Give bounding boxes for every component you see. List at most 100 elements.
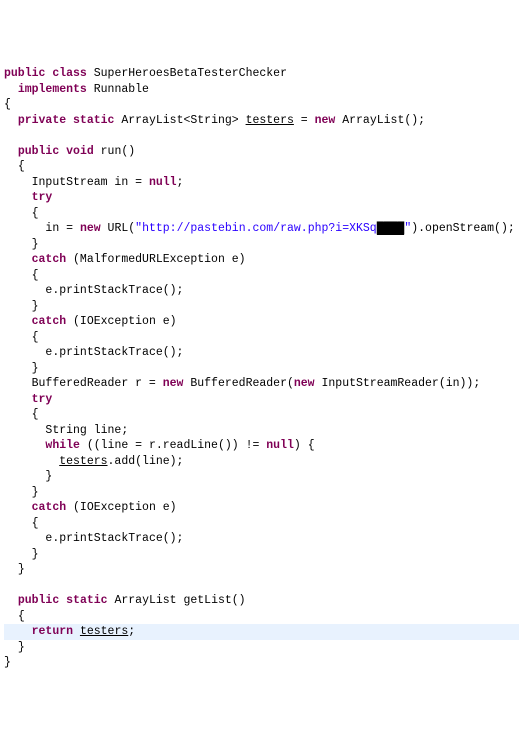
- brace: {: [18, 160, 25, 173]
- code-line: BufferedReader r = new BufferedReader(ne…: [4, 376, 519, 392]
- catch-clause: (MalformedURLException e): [66, 253, 245, 266]
- brace: {: [32, 408, 39, 421]
- interface-name: Runnable: [94, 83, 149, 96]
- code-line: e.printStackTrace();: [4, 283, 519, 299]
- code-line: {: [4, 159, 519, 175]
- stmt-text: in =: [45, 222, 80, 235]
- stmt-text: ).openStream();: [411, 222, 515, 235]
- catch-clause: (IOException e): [66, 315, 176, 328]
- keyword-return: return: [32, 625, 73, 638]
- decl-text: ArrayList();: [335, 114, 425, 127]
- blank-line: [4, 128, 519, 144]
- brace: }: [18, 641, 25, 654]
- code-line: public static ArrayList getList(): [4, 593, 519, 609]
- brace: }: [32, 548, 39, 561]
- stmt-text: URL(: [101, 222, 136, 235]
- code-line: testers.add(line);: [4, 454, 519, 470]
- code-line: }: [4, 361, 519, 377]
- code-line: }: [4, 640, 519, 656]
- decl-text: ArrayList<String>: [114, 114, 245, 127]
- brace: }: [32, 300, 39, 313]
- keyword-new: new: [163, 377, 184, 390]
- brace: {: [18, 610, 25, 623]
- keyword-static: static: [73, 114, 114, 127]
- brace: {: [32, 207, 39, 220]
- keyword-new: new: [294, 377, 315, 390]
- code-line: }: [4, 547, 519, 563]
- code-line: {: [4, 330, 519, 346]
- code-line: private static ArrayList<String> testers…: [4, 113, 519, 129]
- keyword-public: public: [18, 145, 59, 158]
- brace: {: [4, 98, 11, 111]
- class-name: SuperHeroesBetaTesterChecker: [94, 67, 287, 80]
- stmt-text: e.printStackTrace();: [45, 532, 183, 545]
- code-line: try: [4, 392, 519, 408]
- code-line: catch (IOException e): [4, 314, 519, 330]
- code-line: in = new URL("http://pastebin.com/raw.ph…: [4, 221, 519, 237]
- keyword-new: new: [80, 222, 101, 235]
- stmt-text: BufferedReader r =: [32, 377, 163, 390]
- field-testers: testers: [59, 455, 107, 468]
- blank-line: [4, 578, 519, 594]
- keyword-implements: implements: [18, 83, 87, 96]
- keyword-public: public: [4, 67, 45, 80]
- keyword-void: void: [66, 145, 94, 158]
- keyword-catch: catch: [32, 253, 67, 266]
- keyword-try: try: [32, 191, 53, 204]
- field-testers: testers: [80, 625, 128, 638]
- brace: }: [18, 563, 25, 576]
- brace: }: [32, 238, 39, 251]
- highlighted-line: return testers;: [4, 624, 519, 640]
- code-line: {: [4, 206, 519, 222]
- keyword-catch: catch: [32, 315, 67, 328]
- code-line: catch (IOException e): [4, 500, 519, 516]
- stmt-text: InputStreamReader(in));: [315, 377, 481, 390]
- brace: {: [32, 517, 39, 530]
- field-testers: testers: [246, 114, 294, 127]
- code-line: }: [4, 469, 519, 485]
- code-line: while ((line = r.readLine()) != null) {: [4, 438, 519, 454]
- code-line: }: [4, 299, 519, 315]
- keyword-static: static: [66, 594, 107, 607]
- code-line: }: [4, 237, 519, 253]
- code-line: {: [4, 516, 519, 532]
- code-line: }: [4, 485, 519, 501]
- code-line: }: [4, 562, 519, 578]
- keyword-class: class: [52, 67, 87, 80]
- stmt-text: .add(line);: [108, 455, 184, 468]
- code-line: InputStream in = null;: [4, 175, 519, 191]
- brace: }: [32, 362, 39, 375]
- stmt-text: InputStream in =: [32, 176, 149, 189]
- code-line: {: [4, 407, 519, 423]
- keyword-public: public: [18, 594, 59, 607]
- brace: }: [32, 486, 39, 499]
- code-line: {: [4, 268, 519, 284]
- while-cond: ((line = r.readLine()) !=: [80, 439, 266, 452]
- code-line: {: [4, 609, 519, 625]
- keyword-null: null: [266, 439, 294, 452]
- stmt-text: BufferedReader(: [183, 377, 293, 390]
- code-line: catch (MalformedURLException e): [4, 252, 519, 268]
- keyword-null: null: [149, 176, 177, 189]
- code-line: e.printStackTrace();: [4, 531, 519, 547]
- code-line: }: [4, 655, 519, 671]
- semicolon: ;: [177, 176, 184, 189]
- stmt-text: e.printStackTrace();: [45, 284, 183, 297]
- stmt-text: String line;: [45, 424, 128, 437]
- brace: {: [32, 331, 39, 344]
- brace: }: [4, 656, 11, 669]
- brace: }: [45, 470, 52, 483]
- semicolon: ;: [128, 625, 135, 638]
- keyword-try: try: [32, 393, 53, 406]
- redacted-text: ████: [377, 222, 405, 235]
- brace: {: [32, 269, 39, 282]
- code-line: e.printStackTrace();: [4, 345, 519, 361]
- keyword-new: new: [315, 114, 336, 127]
- keyword-while: while: [45, 439, 80, 452]
- code-line: {: [4, 97, 519, 113]
- catch-clause: (IOException e): [66, 501, 176, 514]
- string-literal: "http://pastebin.com/raw.php?i=XKSq: [135, 222, 377, 235]
- method-getlist: ArrayList getList(): [108, 594, 246, 607]
- code-line: implements Runnable: [4, 82, 519, 98]
- decl-text: =: [294, 114, 315, 127]
